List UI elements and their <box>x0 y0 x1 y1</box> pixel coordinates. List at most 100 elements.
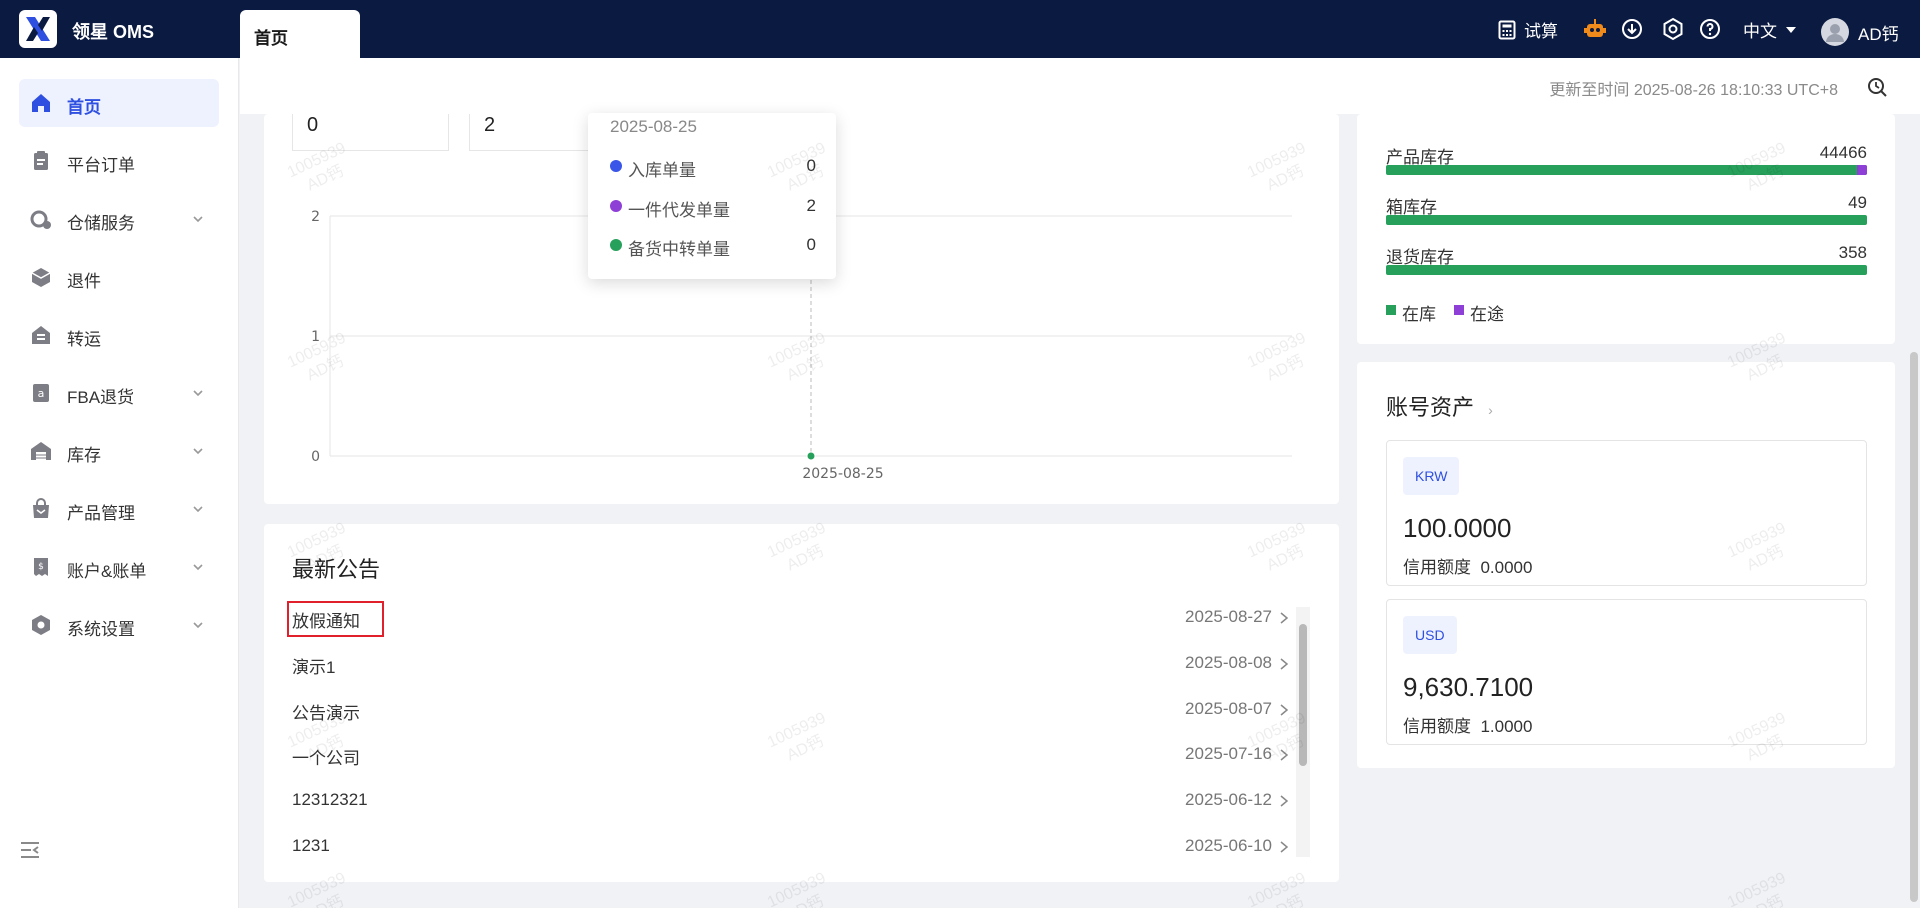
chevron-down-icon <box>193 390 203 397</box>
assets-title[interactable]: 账号资产 › <box>1386 390 1493 422</box>
collapse-menu-icon[interactable] <box>18 838 42 862</box>
chevron-right-icon <box>1280 841 1289 853</box>
sidebar-item-system-settings[interactable]: 系统设置 <box>19 601 219 649</box>
sidebar-item-label: 平台订单 <box>67 156 135 175</box>
language-select[interactable]: 中文 <box>1743 17 1797 42</box>
chevron-right-icon <box>1280 795 1289 807</box>
notice-name: 1231 <box>292 836 330 855</box>
currency-tag: KRW <box>1403 457 1460 495</box>
inventory-row: 产品库存 44466 <box>1386 143 1867 183</box>
inventory-value: 44466 <box>1819 143 1867 162</box>
series-point <box>806 451 816 461</box>
app-title: 领星 OMS <box>72 22 155 42</box>
chevron-down-icon <box>193 506 203 513</box>
sidebar-item-returns[interactable]: 退件 <box>19 253 219 301</box>
transfer-icon <box>32 326 50 344</box>
calc-button[interactable]: 试算 <box>1498 17 1558 42</box>
y-tick-label: 1 <box>311 329 320 345</box>
warehouse-icon <box>31 442 51 460</box>
tooltip-row: 入库单量 0 <box>610 154 816 180</box>
sidebar: 首页 平台订单 仓储服务 退件 转运 a FBA退货 库存 产品管理 $ 账户&… <box>0 58 239 908</box>
notice-date: 2025-06-10 <box>1185 836 1272 855</box>
notices-scrollbar-thumb[interactable] <box>1299 624 1307 766</box>
main-header: 更新至时间 2025-08-26 18:10:33 UTC+8 <box>240 58 1920 114</box>
calc-label: 试算 <box>1524 22 1558 41</box>
user-name: AD钙 <box>1858 24 1899 44</box>
legend-label: 在途 <box>1470 305 1504 324</box>
legend-swatch <box>1454 305 1464 315</box>
tooltip-row: 一件代发单量 2 <box>610 194 816 220</box>
chevron-right-icon <box>1280 749 1289 761</box>
sidebar-item-label: 产品管理 <box>67 504 135 523</box>
tooltip-series-name: 一件代发单量 <box>628 201 730 220</box>
credit-line: 信用额度 0.0000 <box>1403 553 1532 578</box>
notice-date: 2025-08-08 <box>1185 653 1272 672</box>
highlight-box <box>287 601 384 637</box>
inventory-row: 退货库存 358 <box>1386 243 1867 283</box>
notice-row[interactable]: 公告演示 2025-08-07 <box>292 695 1290 725</box>
tooltip-series-value: 0 <box>806 156 816 175</box>
notices-title: 最新公告 <box>292 557 381 582</box>
credit-line: 信用额度 1.0000 <box>1403 712 1532 737</box>
sidebar-item-transfer[interactable]: 转运 <box>19 311 219 359</box>
user-menu[interactable]: AD钙 <box>1820 17 1899 47</box>
series-dot <box>610 239 622 251</box>
top-bar: 领星 OMS 首页 试算 中文 AD钙 <box>0 0 1920 58</box>
download-icon[interactable] <box>1620 17 1644 41</box>
notice-row[interactable]: 演示1 2025-08-08 <box>292 649 1290 679</box>
page-scrollbar[interactable] <box>1910 352 1918 902</box>
notice-row[interactable]: 一个公司 2025-07-16 <box>292 740 1290 770</box>
caret-down-icon <box>1786 26 1796 33</box>
settings-icon[interactable] <box>1661 17 1685 41</box>
notice-name: 演示1 <box>292 658 336 677</box>
y-tick-label: 0 <box>311 449 320 465</box>
inventory-value: 49 <box>1848 193 1867 212</box>
sidebar-item-home[interactable]: 首页 <box>19 79 219 127</box>
sidebar-item-inventory[interactable]: 库存 <box>19 427 219 475</box>
credit-label: 信用额度 <box>1403 558 1471 577</box>
sidebar-item-label: 系统设置 <box>67 620 135 639</box>
sidebar-item-product-management[interactable]: 产品管理 <box>19 485 219 533</box>
robot-icon[interactable] <box>1583 17 1607 41</box>
app-logo[interactable] <box>19 10 57 48</box>
tooltip-date: 2025-08-25 <box>610 117 697 136</box>
sidebar-item-account-bills[interactable]: $ 账户&账单 <box>19 543 219 591</box>
currency-tag: USD <box>1403 616 1457 654</box>
sidebar-item-label: 转运 <box>67 330 101 349</box>
notice-date: 2025-08-07 <box>1185 699 1272 718</box>
y-tick-label: 2 <box>311 209 320 225</box>
notice-row[interactable]: 1231 2025-06-10 <box>292 832 1290 862</box>
credit-label: 信用额度 <box>1403 717 1471 736</box>
legend-label: 在库 <box>1402 305 1436 324</box>
notice-name: 一个公司 <box>292 749 360 768</box>
chevron-right-icon <box>1280 658 1289 670</box>
sidebar-item-fba-returns[interactable]: a FBA退货 <box>19 369 219 417</box>
sidebar-item-label: FBA退货 <box>67 388 135 407</box>
asset-account: KRW 100.0000 信用额度 0.0000 <box>1386 440 1867 586</box>
inventory-row: 箱库存 49 <box>1386 193 1867 233</box>
sidebar-item-label: 仓储服务 <box>67 214 135 233</box>
refresh-icon[interactable] <box>1866 76 1888 98</box>
notice-date: 2025-06-12 <box>1185 790 1272 809</box>
chevron-down-icon <box>193 216 203 223</box>
asset-account: USD 9,630.7100 信用额度 1.0000 <box>1386 599 1867 745</box>
help-icon[interactable] <box>1698 17 1722 41</box>
svg-text:$: $ <box>38 562 44 572</box>
notice-row[interactable]: 12312321 2025-06-12 <box>292 786 1290 816</box>
tab-home[interactable]: 首页 <box>240 10 360 58</box>
tooltip-series-name: 备货中转单量 <box>628 240 730 259</box>
chevron-down-icon <box>193 564 203 571</box>
notice-row[interactable]: 放假通知 2025-08-27 <box>292 603 1290 633</box>
asset-amount: 9,630.7100 <box>1403 672 1534 702</box>
bill-icon: $ <box>34 558 48 576</box>
notice-date: 2025-08-27 <box>1185 607 1272 626</box>
x-tick-label: 2025-08-25 <box>802 466 883 482</box>
svg-text:a: a <box>38 387 45 400</box>
sidebar-item-label: 退件 <box>67 272 101 291</box>
tooltip-series-name: 入库单量 <box>628 161 696 180</box>
chevron-right-icon <box>1280 612 1289 624</box>
chevron-right-icon: › <box>1488 402 1493 418</box>
sidebar-item-platform-orders[interactable]: 平台订单 <box>19 137 219 185</box>
calculator-icon <box>1498 20 1516 39</box>
sidebar-item-warehouse-service[interactable]: 仓储服务 <box>19 195 219 243</box>
